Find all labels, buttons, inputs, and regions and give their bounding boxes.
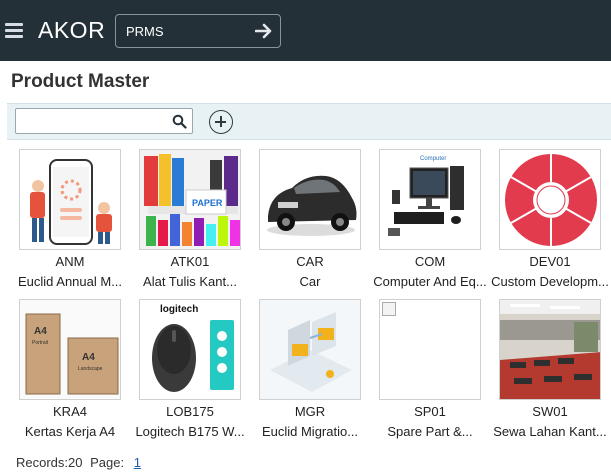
search-icon[interactable] xyxy=(172,114,187,129)
page-title: Product Master xyxy=(11,71,150,92)
product-card[interactable]: DEV01 Custom Developm... xyxy=(491,148,609,293)
toolbar xyxy=(7,103,611,140)
product-card[interactable]: SW01 Sewa Lahan Kant... xyxy=(493,298,607,443)
a4-landscape-text: A4 xyxy=(82,352,95,363)
broken-image-icon xyxy=(382,302,396,316)
product-image xyxy=(19,149,121,250)
product-image xyxy=(259,149,361,250)
page-label: Page: xyxy=(90,455,125,470)
product-code: ANM xyxy=(55,254,85,269)
menu-icon[interactable] xyxy=(5,22,23,40)
top-bar: AKOR PRMS xyxy=(0,0,611,61)
product-image xyxy=(499,299,601,400)
product-card[interactable]: CAR Car xyxy=(258,148,362,293)
pagination-footer: Records:20 Page: 1 xyxy=(16,455,141,470)
product-image: logitech xyxy=(139,299,241,400)
product-code: CAR xyxy=(296,254,324,269)
product-name: Euclid Annual M... xyxy=(17,274,123,289)
product-name: Logitech B175 W... xyxy=(135,424,245,439)
product-image: A4 Portrait A4 Landscape xyxy=(19,299,121,400)
product-image: PAPER xyxy=(139,149,241,250)
product-card[interactable]: logitech LOB175 Logitech B175 W... xyxy=(135,298,245,443)
brand-logo: AKOR xyxy=(38,17,106,43)
module-selector-label: PRMS xyxy=(126,24,164,39)
product-card[interactable]: PAPER ATK01 Alat Tulis Kant... xyxy=(138,148,242,293)
product-name: Custom Developm... xyxy=(491,274,609,289)
computer-text: Computer xyxy=(420,156,446,162)
product-code: SW01 xyxy=(532,404,568,419)
paper-text: PAPER xyxy=(192,198,223,208)
product-name: Spare Part &... xyxy=(387,424,473,439)
product-card[interactable]: MGR Euclid Migratio... xyxy=(258,298,362,443)
product-name: Euclid Migratio... xyxy=(261,424,359,439)
product-card[interactable]: SP01 Spare Part &... xyxy=(378,298,482,443)
product-code: KRA4 xyxy=(53,404,87,419)
a4-portrait-text: A4 xyxy=(34,326,47,337)
product-card[interactable]: Computer COM Computer And Eq... xyxy=(373,148,487,293)
product-name: Car xyxy=(299,274,321,289)
product-code: DEV01 xyxy=(529,254,571,269)
product-code: MGR xyxy=(294,404,326,419)
product-code: COM xyxy=(414,254,446,269)
product-code: ATK01 xyxy=(170,254,210,269)
module-selector[interactable]: PRMS xyxy=(115,14,281,48)
product-image: Computer xyxy=(379,149,481,250)
page-link-1[interactable]: 1 xyxy=(134,455,141,470)
records-count: Records:20 xyxy=(16,455,83,470)
portrait-text: Portrait xyxy=(32,340,49,346)
product-image xyxy=(499,149,601,250)
product-card[interactable]: ANM Euclid Annual M... xyxy=(18,148,122,293)
product-name: Computer And Eq... xyxy=(373,274,487,289)
product-code: LOB175 xyxy=(166,404,214,419)
landscape-text: Landscape xyxy=(78,366,103,372)
arrow-right-icon xyxy=(255,23,272,39)
product-image xyxy=(259,299,361,400)
search-box xyxy=(15,108,193,134)
product-code: SP01 xyxy=(414,404,446,419)
product-name: Kertas Kerja A4 xyxy=(24,424,116,439)
logitech-text: logitech xyxy=(160,304,198,315)
product-image xyxy=(379,299,481,400)
add-product-button[interactable] xyxy=(209,110,233,134)
search-input[interactable] xyxy=(20,112,168,130)
product-card[interactable]: A4 Portrait A4 Landscape KRA4 Kertas Ker… xyxy=(18,298,122,443)
product-name: Alat Tulis Kant... xyxy=(143,274,237,289)
product-name: Sewa Lahan Kant... xyxy=(493,424,607,439)
